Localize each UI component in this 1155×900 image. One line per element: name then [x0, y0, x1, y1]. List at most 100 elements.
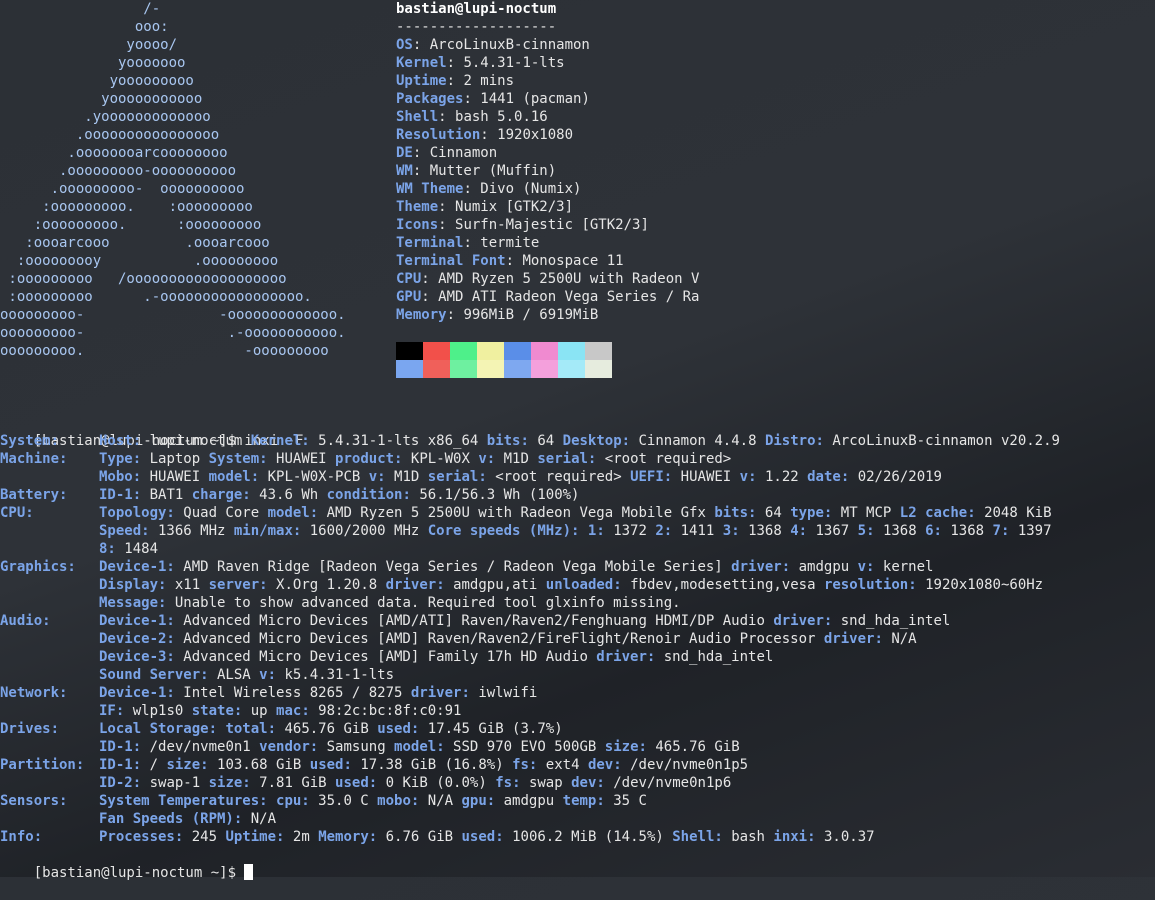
inxi-key: mobo: [377, 793, 420, 809]
field-key: Resolution [396, 127, 481, 143]
inxi-value: 98:2c:bc:8f:c0:91 [309, 703, 462, 719]
inxi-value: ArcoLinuxB-cinnamon v20.2.9 [823, 433, 1060, 449]
inxi-key: Device-1: [99, 559, 175, 575]
inxi-value: ext4 [537, 757, 588, 773]
inxi-value: HUAWEI [672, 469, 740, 485]
palette-swatch [423, 342, 450, 360]
section-content: Fan Speeds (RPM): N/A [99, 810, 276, 828]
prompt-line-2[interactable]: [bastian@lupi-noctum ~]$ [0, 846, 254, 881]
section-content: Device-3: Advanced Micro Devices [AMD] F… [99, 648, 773, 666]
neofetch-field: WM: Mutter (Muffin) [396, 162, 556, 180]
inxi-value: Laptop [141, 451, 209, 467]
inxi-key: Message: [99, 595, 167, 611]
section-label: Sensors: [0, 793, 68, 809]
inxi-value: 1397 [1009, 523, 1052, 539]
inxi-value: 3.0.37 [815, 829, 875, 845]
field-colon: : [446, 55, 464, 71]
inxi-value: 1411 [672, 523, 723, 539]
inxi-key: Distro: [764, 433, 824, 449]
neofetch-field: Terminal Font: Monospace 11 [396, 252, 624, 270]
field-colon: : [463, 91, 481, 107]
field-value: bash 5.0.16 [455, 109, 548, 125]
inxi-value: KPL-W0X [402, 451, 479, 467]
inxi-value: 35 C [604, 793, 647, 809]
inxi-key: server: [208, 577, 268, 593]
inxi-key: vendor: [259, 739, 319, 755]
inxi-key: type: [790, 505, 833, 521]
logo-line: :ooooooooo. :ooooooooo [0, 217, 262, 233]
neofetch-field: Packages: 1441 (pacman) [396, 90, 590, 108]
terminal-window[interactable]: /- ooo: yoooo/ yooooooo yooooooooo yoooo… [0, 0, 1155, 881]
inxi-value: /dev/nvme0n1 [141, 739, 260, 755]
inxi-value: 1006.2 MiB (14.5%) [503, 829, 673, 845]
inxi-key: Device-2: [99, 631, 175, 647]
inxi-key: temp: [562, 793, 605, 809]
inxi-key: mac: [276, 703, 310, 719]
inxi-value: k5.4.31-1-lts [276, 667, 395, 683]
inxi-key: used: [377, 721, 420, 737]
palette-swatch [423, 360, 450, 378]
inxi-value: Advanced Micro Devices [AMD/ATI] Raven/R… [174, 613, 774, 629]
field-key: Theme [396, 199, 439, 215]
field-colon: : [421, 271, 439, 287]
user-host-text: bastian@lupi-noctum [396, 1, 557, 17]
field-value: Mutter (Muffin) [429, 163, 557, 179]
inxi-value: Advanced Micro Devices [AMD] Raven/Raven… [174, 631, 824, 647]
section-content: ID-1: /dev/nvme0n1 vendor: Samsung model… [99, 738, 740, 756]
inxi-key: ID-2: [99, 775, 142, 791]
field-key: Terminal Font [396, 253, 506, 269]
inxi-key: 1: [587, 523, 605, 539]
logo-line: /- [0, 1, 161, 17]
inxi-value: 1368 [739, 523, 791, 539]
palette-swatch [450, 360, 477, 378]
field-key: Packages [396, 91, 464, 107]
field-key: WM [396, 163, 413, 179]
inxi-key: Fan Speeds (RPM): [99, 811, 243, 827]
inxi-value: /dev/nvme0n1p6 [604, 775, 732, 791]
inxi-value: HUAWEI [141, 469, 209, 485]
inxi-key: Desktop: [562, 433, 631, 449]
inxi-key: Device-3: [99, 649, 175, 665]
section-label: Drives: [0, 721, 60, 737]
field-value: 1441 (pacman) [480, 91, 590, 107]
logo-line: ooo: [0, 19, 169, 35]
inxi-value: 17.45 GiB (3.7%) [419, 721, 563, 737]
inxi-key: v: [739, 469, 757, 485]
inxi-value: x11 [166, 577, 209, 593]
logo-line: .ooooooooo- oooooooooo [0, 181, 245, 197]
inxi-value: 103.68 GiB [208, 757, 310, 773]
section-content: Speed: 1366 MHz min/max: 1600/2000 MHz C… [99, 522, 1052, 540]
inxi-key: driver: [596, 649, 656, 665]
field-key: Uptime [396, 73, 447, 89]
section-content: Device-1: AMD Raven Ridge [Radeon Vega S… [99, 558, 933, 576]
inxi-key: Processes: [99, 829, 184, 845]
neofetch-field: Terminal: termite [396, 234, 539, 252]
logo-line: ooooooooo. -ooooooooo [0, 343, 329, 359]
inxi-key: driver: [731, 559, 791, 575]
inxi-value: 1366 MHz [149, 523, 234, 539]
logo-line: yooooooooo [0, 73, 194, 89]
field-colon: : [446, 73, 464, 89]
inxi-value: snd_hda_intel [832, 613, 951, 629]
logo-line: .ooooooooo-oooooooooo [0, 163, 237, 179]
inxi-key: model: [267, 505, 319, 521]
inxi-key: Topology: [99, 505, 175, 521]
inxi-value: Samsung [318, 739, 395, 755]
field-colon: : [438, 109, 456, 125]
section-label: Graphics: [0, 559, 76, 575]
palette-swatch [477, 342, 504, 360]
inxi-value: 245 [183, 829, 226, 845]
inxi-value: Quad Core [174, 505, 268, 521]
inxi-key: Device-1: [99, 613, 175, 629]
inxi-key: v: [259, 667, 277, 683]
section-label: Battery: [0, 487, 68, 503]
inxi-value: 5.4.31-1-lts x86_64 [309, 433, 487, 449]
inxi-key: Host: [99, 433, 142, 449]
inxi-value: 6.76 GiB [377, 829, 462, 845]
inxi-value: Unable to show advanced data. Required t… [166, 595, 681, 611]
palette-swatch [477, 360, 504, 378]
section-content: ID-2: swap-1 size: 7.81 GiB used: 0 KiB … [99, 774, 731, 792]
inxi-key: serial: [537, 451, 597, 467]
section-content: Mobo: HUAWEI model: KPL-W0X-PCB v: M1D s… [99, 468, 942, 486]
logo-line: ooooooooo- .-ooooooooooo. [0, 325, 346, 341]
